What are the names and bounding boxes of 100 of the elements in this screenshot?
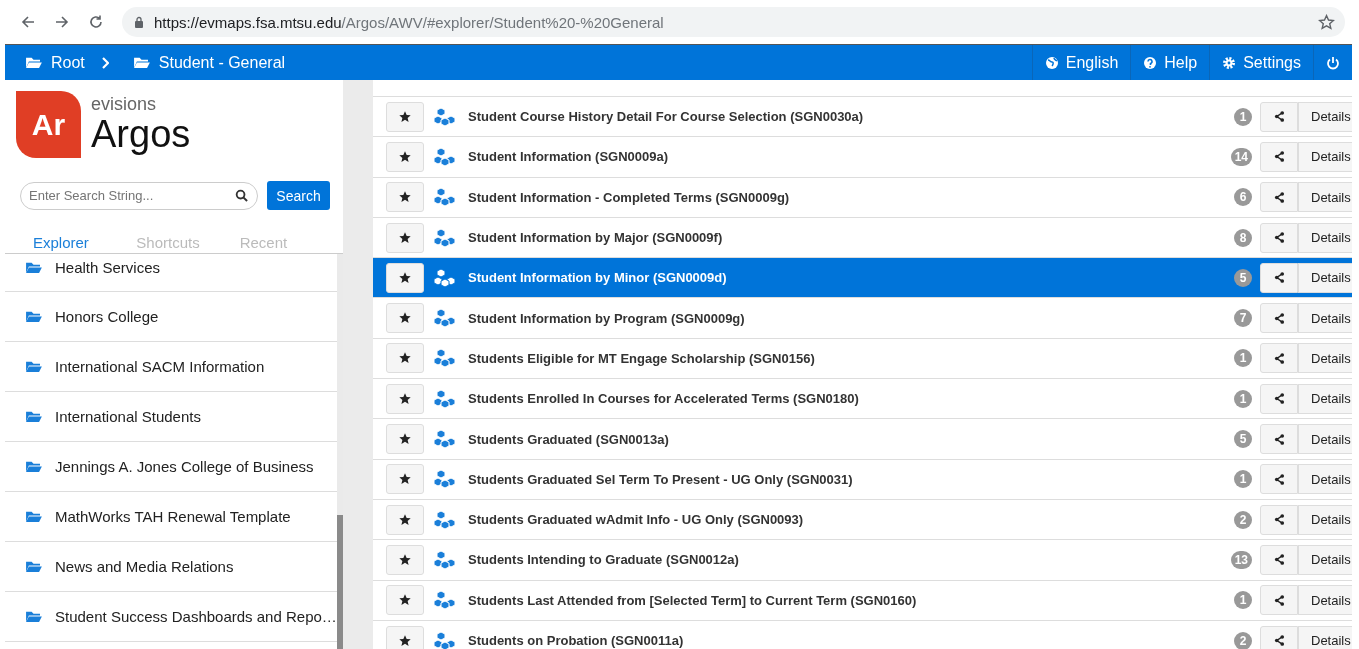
share-button[interactable] [1260, 222, 1298, 253]
folder-item[interactable]: International SACM Information [5, 342, 337, 392]
lock-icon [134, 16, 144, 28]
report-row[interactable]: Students Eligible for MT Engage Scholarship (SGN0156) 1 Details [373, 338, 1352, 380]
favorite-button[interactable] [386, 424, 424, 454]
folder-item[interactable]: MathWorks TAH Renewal Template [5, 492, 337, 542]
report-row[interactable]: Students Intending to Graduate (SGN0012a) 13 Details [373, 540, 1352, 581]
folder-label: MathWorks TAH Renewal Template [55, 508, 291, 525]
favorite-button[interactable] [386, 544, 424, 575]
report-row[interactable]: Students Graduated (SGN0013a) 5 Details [373, 419, 1352, 460]
report-row[interactable]: Student Course History Detail For Course Selection (SGN0030a) 1 Details [373, 97, 1352, 138]
report-row[interactable]: Students Enrolled In Courses for Accelerated Terms (SGN0180) 1 Details [373, 379, 1352, 420]
share-button[interactable] [1260, 182, 1298, 213]
report-row[interactable]: Students Last Attended from [Selected Term] to Current Term (SGN0160) 1 Details [373, 580, 1352, 621]
details-button[interactable]: Details [1298, 625, 1352, 649]
folder-icon [25, 610, 42, 623]
share-button[interactable] [1260, 141, 1298, 172]
back-icon[interactable] [20, 14, 36, 30]
details-button[interactable]: Details [1298, 303, 1352, 334]
favorite-button[interactable] [386, 222, 424, 253]
nav-button[interactable]: Help [1130, 45, 1210, 80]
folder-item[interactable]: Jennings A. Jones College of Business [5, 442, 337, 492]
favorite-button[interactable] [386, 101, 424, 132]
count-badge: 1 [1234, 470, 1252, 489]
share-button[interactable] [1260, 504, 1298, 535]
report-row[interactable]: Student Information (SGN0009a) 14 Details [373, 137, 1352, 178]
share-button[interactable] [1260, 101, 1298, 132]
brand-name: evisions [91, 94, 158, 114]
bookmark-star-icon[interactable] [1318, 13, 1335, 31]
favorite-button[interactable] [386, 182, 424, 213]
favorite-button[interactable] [386, 625, 424, 649]
folder-icon [25, 310, 42, 323]
power-icon [1326, 55, 1340, 70]
details-button[interactable]: Details [1298, 222, 1352, 253]
details-button[interactable]: Details [1298, 262, 1352, 293]
forward-icon[interactable] [54, 14, 70, 30]
nav-button[interactable]: Settings [1209, 45, 1313, 80]
star-icon [398, 311, 412, 326]
share-button[interactable] [1260, 383, 1298, 414]
favorite-button[interactable] [386, 343, 424, 374]
favorite-button[interactable] [386, 383, 424, 414]
details-button[interactable]: Details [1298, 464, 1352, 495]
share-button[interactable] [1260, 262, 1298, 293]
details-button[interactable]: Details [1298, 343, 1352, 374]
search-button[interactable]: Search [267, 181, 330, 210]
folder-item[interactable]: News and Media Relations [5, 542, 337, 592]
share-button[interactable] [1260, 544, 1298, 575]
favorite-button[interactable] [386, 464, 424, 495]
favorite-button[interactable] [386, 141, 424, 172]
share-button[interactable] [1260, 625, 1298, 649]
report-row[interactable]: Students Graduated wAdmit Info - UG Only (SGN0093) 2 Details [373, 499, 1352, 541]
reload-icon[interactable] [88, 14, 104, 30]
address-bar[interactable]: https://evmaps.fsa.mtsu.edu/Argos/AWV/#explorer/Student%20-%20General [122, 7, 1345, 37]
share-button[interactable] [1260, 464, 1298, 495]
details-button[interactable]: Details [1298, 585, 1352, 616]
star-icon [398, 149, 412, 164]
share-button[interactable] [1260, 303, 1298, 334]
folder-item[interactable]: Student Success Dashboards and Repo… [5, 592, 337, 642]
details-button[interactable]: Details [1298, 424, 1352, 454]
report-row[interactable]: Students on Probation (SGN0011a) 2 Details [373, 620, 1352, 649]
report-title: Students Enrolled In Courses for Accelerated Terms (SGN0180) [468, 391, 859, 407]
scrollbar[interactable] [336, 254, 343, 649]
details-button[interactable]: Details [1298, 182, 1352, 213]
tab[interactable]: Explorer [33, 234, 137, 253]
details-button[interactable]: Details [1298, 544, 1352, 575]
folder-icon [25, 460, 42, 473]
report-row[interactable]: Student Information by Program (SGN0009g) 7 Details [373, 298, 1352, 339]
report-title: Student Information by Program (SGN0009g) [468, 310, 745, 326]
count-badge: 2 [1234, 631, 1252, 649]
details-button[interactable]: Details [1298, 383, 1352, 414]
details-button[interactable]: Details [1298, 504, 1352, 535]
report-title: Student Information by Major (SGN0009f) [468, 230, 723, 246]
folder-item[interactable]: International Students [5, 392, 337, 442]
favorite-button[interactable] [386, 504, 424, 535]
folder-item[interactable]: Health Services [5, 254, 337, 292]
favorite-button[interactable] [386, 262, 424, 293]
report-row[interactable]: Students Graduated Sel Term To Present - UG Only (SGN0031) 1 Details [373, 459, 1352, 500]
details-button[interactable]: Details [1298, 141, 1352, 172]
nav-button[interactable]: English [1031, 45, 1131, 80]
folder-icon [25, 560, 42, 573]
chevron-icon [100, 56, 109, 69]
folder-icon [132, 56, 150, 69]
count-badge: 1 [1234, 591, 1252, 610]
folder-icon [25, 410, 42, 423]
favorite-button[interactable] [386, 303, 424, 334]
share-button[interactable] [1260, 424, 1298, 454]
share-button[interactable] [1260, 585, 1298, 616]
count-badge: 5 [1234, 268, 1252, 287]
breadcrumb-link[interactable]: Root [5, 53, 97, 72]
share-button[interactable] [1260, 343, 1298, 374]
cubes-icon [434, 187, 456, 208]
search-field[interactable]: Enter Search String... [20, 181, 258, 210]
favorite-button[interactable] [386, 585, 424, 616]
report-row[interactable]: Student Information by Minor (SGN0009d) 5 Details [373, 258, 1352, 299]
folder-item[interactable]: Honors College [5, 292, 337, 342]
report-row[interactable]: Student Information - Completed Terms (SGN0009g) 6 Details [373, 177, 1352, 218]
count-badge: 13 [1230, 550, 1252, 569]
breadcrumb-link[interactable]: Student - General [112, 53, 298, 72]
details-button[interactable]: Details [1298, 101, 1352, 132]
share-icon [1273, 433, 1285, 445]
